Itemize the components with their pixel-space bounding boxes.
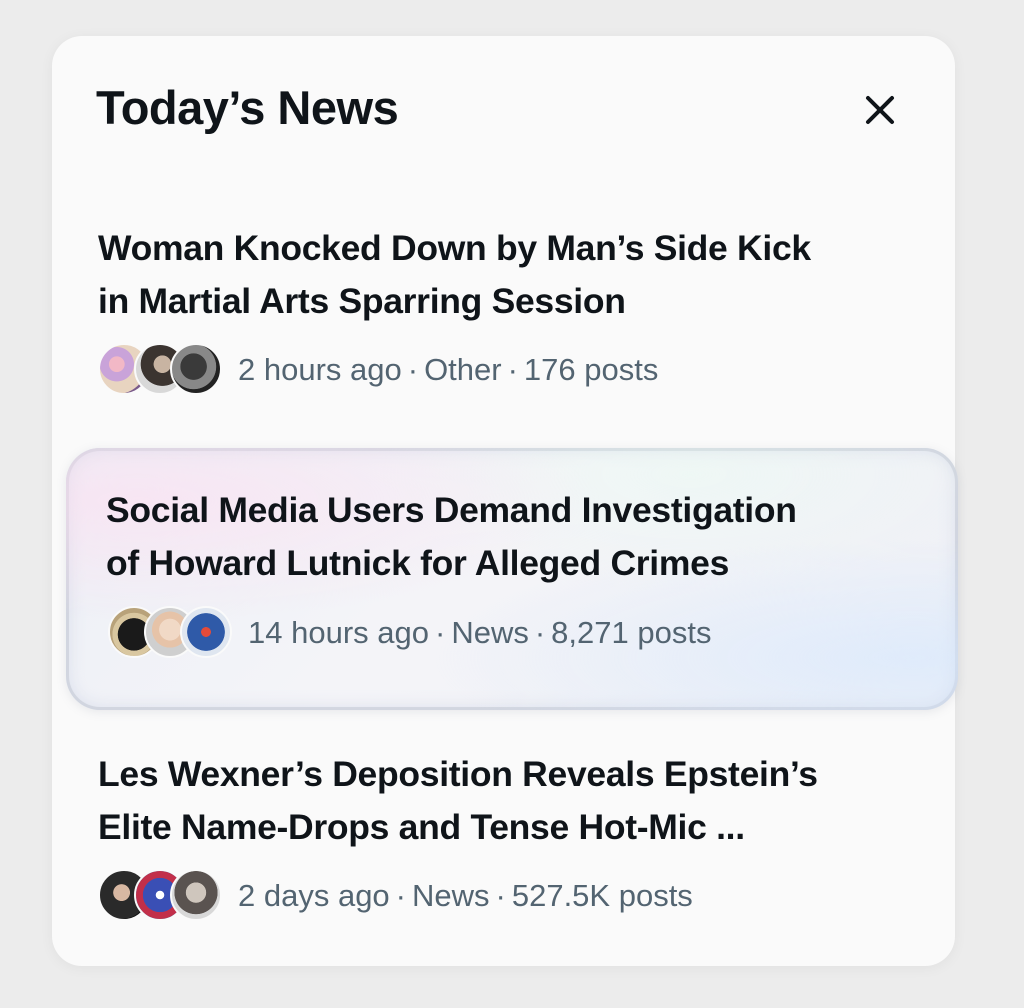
meta-separator: ·	[395, 878, 406, 913]
meta-text: 2 days ago · News · 527.5K posts	[238, 878, 693, 914]
news-title-line: in Martial Arts Sparring Session	[98, 281, 626, 321]
avatar	[170, 869, 222, 921]
meta-separator: ·	[495, 878, 506, 913]
news-title-line: Woman Knocked Down by Man’s Side Kick	[98, 228, 811, 268]
news-title-line: Social Media Users Demand Investigation	[106, 490, 797, 530]
news-meta: 2 days ago · News · 527.5K posts	[98, 867, 693, 925]
news-meta: 2 hours ago · Other · 176 posts	[98, 341, 658, 399]
avatar	[170, 343, 222, 395]
meta-posts: 527.5K posts	[511, 878, 693, 913]
meta-separator: ·	[534, 615, 546, 650]
panel-title: Today’s News	[96, 81, 399, 134]
meta-category: News	[451, 615, 529, 650]
avatar-group	[108, 604, 232, 662]
avatar-group	[98, 867, 222, 925]
meta-time: 14 hours ago	[248, 615, 429, 650]
meta-separator: ·	[407, 352, 419, 387]
close-button[interactable]	[858, 88, 902, 132]
meta-category: News	[412, 878, 490, 913]
meta-time: 2 hours ago	[238, 352, 402, 387]
news-title-line: Elite Name-Drops and Tense Hot-Mic ...	[98, 807, 745, 847]
avatar-group	[98, 341, 222, 399]
meta-separator: ·	[507, 352, 518, 387]
avatar	[180, 606, 232, 658]
news-title: Woman Knocked Down by Man’s Side Kick in…	[98, 222, 898, 328]
news-title: Les Wexner’s Deposition Reveals Epstein’…	[98, 748, 898, 854]
meta-time: 2 days ago	[238, 878, 390, 913]
todays-news-panel: Today’s News Woman Knocked Down by Man’s…	[52, 36, 958, 966]
meta-text: 14 hours ago · News · 8,271 posts	[248, 615, 711, 651]
news-title: Social Media Users Demand Investigation …	[106, 484, 906, 590]
news-title-line: Les Wexner’s Deposition Reveals Epstein’…	[98, 754, 818, 794]
news-meta: 14 hours ago · News · 8,271 posts	[108, 604, 711, 662]
news-title-line: of Howard Lutnick for Alleged Crimes	[106, 543, 730, 583]
meta-posts: 176 posts	[523, 352, 659, 387]
meta-text: 2 hours ago · Other · 176 posts	[238, 352, 658, 388]
meta-posts: 8,271 posts	[551, 615, 712, 650]
meta-separator: ·	[434, 615, 446, 650]
meta-category: Other	[424, 352, 502, 387]
close-icon	[866, 96, 894, 124]
